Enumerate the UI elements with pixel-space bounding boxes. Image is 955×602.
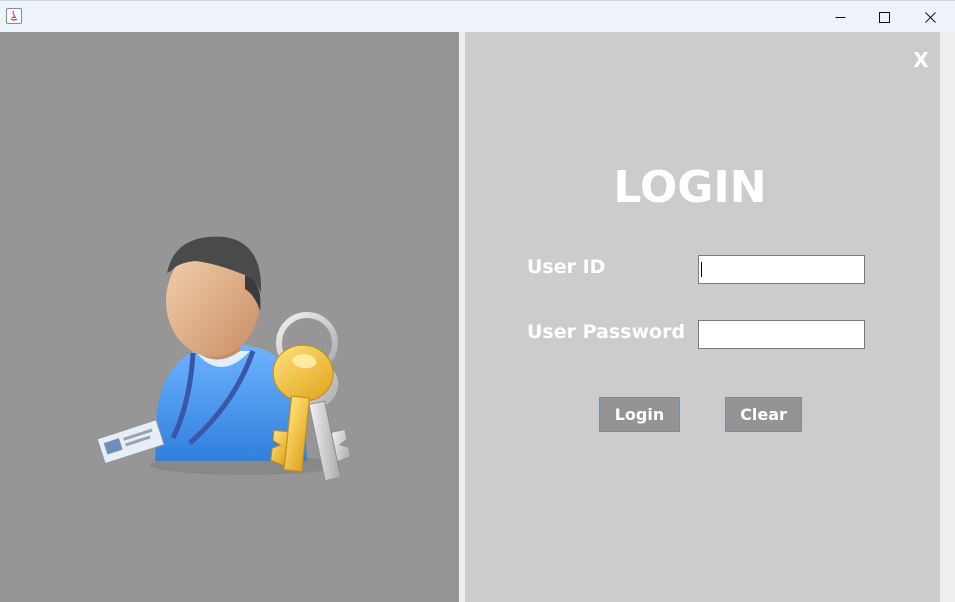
window-close-button[interactable] xyxy=(907,1,953,33)
maximize-button[interactable] xyxy=(861,1,907,33)
minimize-icon xyxy=(835,12,846,23)
login-title: LOGIN xyxy=(613,162,767,213)
user-id-label: User ID xyxy=(527,256,606,278)
exit-button[interactable]: X xyxy=(910,46,932,74)
login-panel xyxy=(465,32,940,602)
login-button[interactable]: Login xyxy=(599,397,680,432)
user-id-input[interactable] xyxy=(698,255,865,284)
minimize-button[interactable] xyxy=(817,1,863,33)
close-icon xyxy=(924,11,936,23)
window-edge xyxy=(940,32,955,602)
text-caret xyxy=(701,262,702,277)
maximize-icon xyxy=(878,11,890,23)
user-with-keys-icon xyxy=(95,233,360,487)
title-bar xyxy=(0,0,955,33)
clear-button[interactable]: Clear xyxy=(725,397,802,432)
user-password-input[interactable] xyxy=(698,320,865,349)
java-app-icon[interactable] xyxy=(6,8,22,24)
user-password-label: User Password xyxy=(527,321,686,343)
